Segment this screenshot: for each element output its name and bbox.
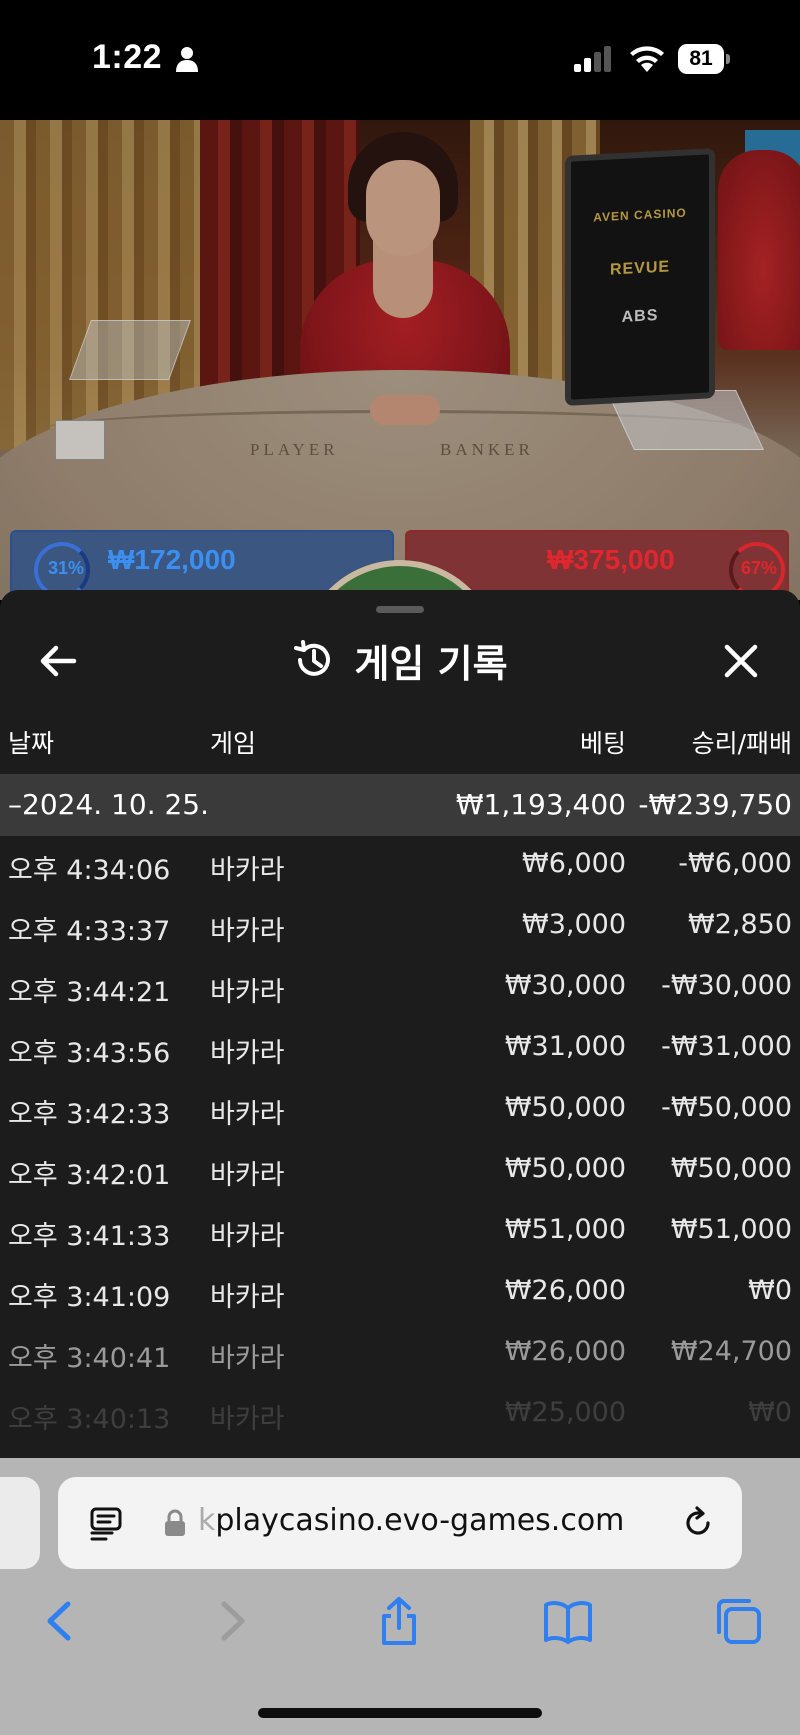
bookmarks-icon[interactable] bbox=[543, 1596, 593, 1646]
history-row[interactable]: 오후 4:34:06 바카라 ₩6,000 -₩6,000 bbox=[0, 836, 800, 897]
column-header-bet[interactable]: 베팅 bbox=[580, 724, 626, 760]
history-row[interactable]: 오후 3:41:33 바카라 ₩51,000 ₩51,000 bbox=[0, 1202, 800, 1263]
battery-level: 81 bbox=[689, 47, 713, 70]
history-row[interactable]: 오후 3:44:21 바카라 ₩30,000 -₩30,000 bbox=[0, 958, 800, 1019]
sheet-header: 게임 기록 bbox=[0, 630, 800, 690]
status-time: 1:22 bbox=[92, 38, 163, 76]
lock-icon bbox=[165, 1509, 185, 1536]
player-percent: 31% bbox=[48, 558, 85, 578]
wifi-icon bbox=[630, 46, 664, 72]
history-row[interactable]: 오후 4:33:37 바카라 ₩3,000 ₩2,850 bbox=[0, 897, 800, 958]
game-history-sheet: 게임 기록 날짜 게임 베팅 승리/패배 –2024. 10. 25. ₩1,1… bbox=[0, 590, 800, 1460]
tabs-icon[interactable] bbox=[713, 1596, 763, 1646]
banker-bet-amount: ₩375,000 bbox=[547, 544, 675, 575]
column-header-result[interactable]: 승리/패배 bbox=[692, 724, 792, 760]
column-header-game[interactable]: 게임 bbox=[210, 724, 256, 760]
reader-mode-icon[interactable] bbox=[90, 1505, 126, 1541]
day-total-bet: ₩1,193,400 bbox=[455, 788, 626, 821]
browser-forward-icon[interactable] bbox=[206, 1596, 256, 1646]
browser-back-icon[interactable] bbox=[36, 1596, 86, 1646]
sheet-grabber[interactable] bbox=[376, 606, 424, 613]
banker-percent: 67% bbox=[741, 558, 778, 578]
status-bar: 1:22 81 bbox=[0, 0, 800, 120]
reload-icon[interactable] bbox=[680, 1505, 716, 1541]
home-indicator[interactable] bbox=[258, 1708, 542, 1718]
player-bet-amount: ₩172,000 bbox=[108, 544, 236, 575]
history-row[interactable]: 오후 3:40:13 바카라 ₩25,000 ₩0 bbox=[0, 1385, 800, 1446]
history-row[interactable]: 오후 3:41:09 바카라 ₩26,000 ₩0 bbox=[0, 1263, 800, 1324]
url-text[interactable]: kplaycasino.evo-games.com bbox=[198, 1503, 624, 1538]
column-header-date[interactable]: 날짜 bbox=[8, 724, 54, 760]
previous-tab-peek[interactable] bbox=[0, 1477, 40, 1569]
day-total-result: -₩239,750 bbox=[638, 788, 792, 821]
address-bar[interactable]: kplaycasino.evo-games.com bbox=[58, 1477, 742, 1569]
sheet-title: 게임 기록 bbox=[354, 641, 508, 686]
history-row[interactable]: 오후 3:42:33 바카라 ₩50,000 -₩50,000 bbox=[0, 1080, 800, 1141]
day-label: –2024. 10. 25. bbox=[8, 788, 210, 821]
day-summary-row[interactable]: –2024. 10. 25. ₩1,193,400 -₩239,750 bbox=[0, 774, 800, 836]
person-icon bbox=[176, 47, 198, 72]
history-icon bbox=[294, 640, 331, 676]
cellular-signal-icon bbox=[574, 46, 611, 72]
history-row[interactable]: 오후 3:40:41 바카라 ₩26,000 ₩24,700 bbox=[0, 1324, 800, 1385]
share-icon[interactable] bbox=[374, 1596, 424, 1646]
close-icon[interactable] bbox=[716, 636, 766, 686]
battery-indicator: 81 bbox=[678, 44, 730, 74]
history-row[interactable]: 오후 3:42:01 바카라 ₩50,000 ₩50,000 bbox=[0, 1141, 800, 1202]
history-row[interactable]: 오후 3:43:56 바카라 ₩31,000 -₩31,000 bbox=[0, 1019, 800, 1080]
